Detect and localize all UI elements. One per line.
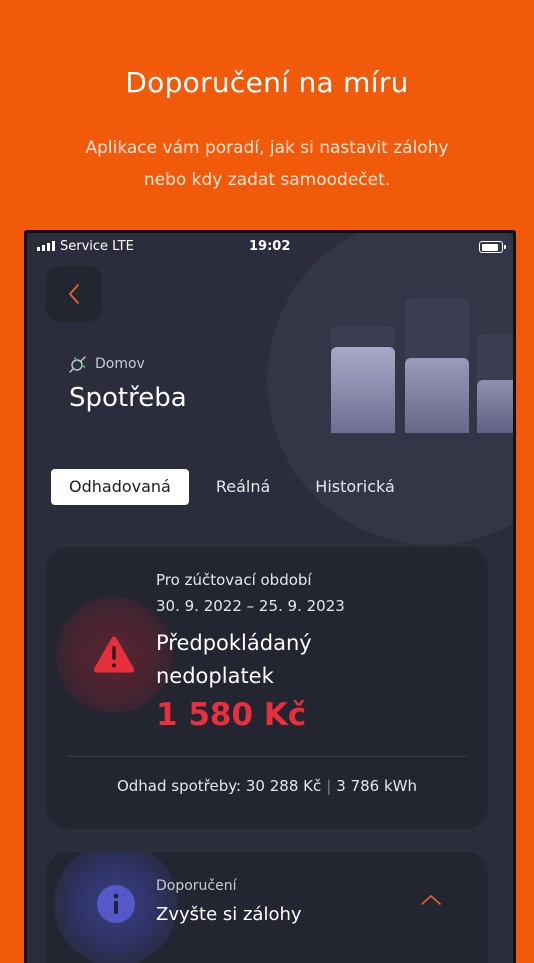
warning-badge [56,597,172,713]
recommendation-title: Zvyšte si zálohy [156,904,302,925]
battery-icon [479,241,506,253]
info-icon [97,885,135,923]
breadcrumb-label: Domov [95,356,145,372]
estimate-status-line-2: nedoplatek [156,664,274,688]
promo-subtitle-line-2: nebo kdy zadat samoodečet. [143,170,391,190]
summary-separator: | [326,777,332,795]
signal-icon [37,241,55,251]
billing-period-dates: 30. 9. 2022 – 25. 9. 2023 [156,597,345,615]
chevron-left-icon [69,284,79,304]
decorative-bar-graphic [327,293,513,433]
promo-title: Doporučení na míru [125,66,409,99]
promo-subtitle-line-1: Aplikace vám poradí, jak si nastavit zál… [85,138,449,158]
page-title: Spotřeba [69,383,187,413]
tab-realna[interactable]: Reálná [198,469,288,505]
status-time: 19:02 [249,239,291,254]
decorative-bar-front [477,380,513,433]
decorative-bar-front [405,358,469,433]
billing-period-label: Pro zúčtovací období [156,571,312,589]
phone-screen: Service LTE 19:02 Domov Spotřeba Odhadov… [24,230,516,963]
recommendation-toggle[interactable] [420,892,442,911]
decorative-bar-front [331,347,395,433]
estimate-card: Pro zúčtovací období 30. 9. 2022 – 25. 9… [46,547,488,829]
recommendation-label: Doporučení [156,878,237,894]
promo-subtitle: Aplikace vám poradí, jak si nastavit zál… [60,132,474,196]
status-carrier: Service LTE [60,239,134,254]
recommendation-card[interactable]: Doporučení Zvyšte si zálohy [46,852,488,963]
card-divider [68,756,466,757]
estimate-status-heading: Předpokládaný nedoplatek [156,627,376,693]
tab-odhadovana[interactable]: Odhadovaná [51,469,189,505]
estimate-status-line-1: Předpokládaný [156,631,312,655]
back-button[interactable] [46,266,102,322]
plug-icon [69,356,86,373]
underpayment-amount: 1 580 Kč [156,697,307,733]
breadcrumb[interactable]: Domov [69,355,145,373]
summary-energy: 3 786 kWh [336,777,418,795]
summary-cost: Odhad spotřeby: 30 288 Kč [116,777,322,795]
tab-historicka[interactable]: Historická [297,469,412,505]
tab-bar: Odhadovaná Reálná Historická [51,469,422,505]
consumption-summary: Odhad spotřeby: 30 288 Kč | 3 786 kWh [46,777,488,795]
warning-triangle-icon [93,636,135,673]
status-bar: Service LTE 19:02 [27,233,513,261]
chevron-up-icon [421,895,441,905]
